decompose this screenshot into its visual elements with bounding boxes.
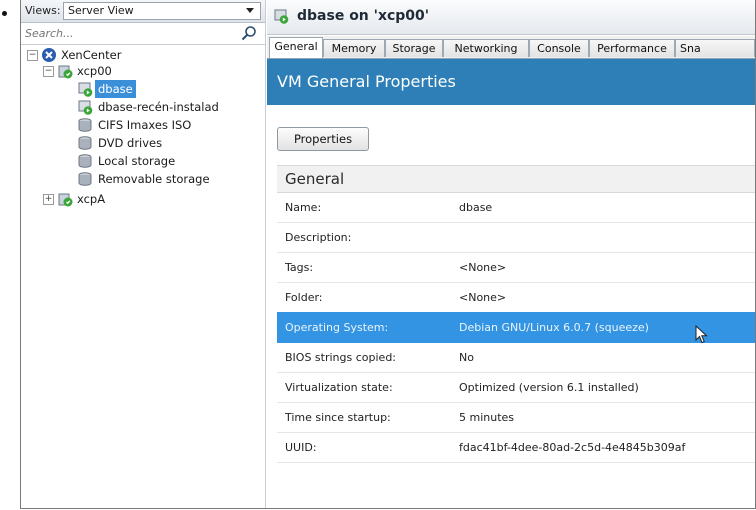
server-icon [58,65,73,79]
tree-node-label: CIFS Imaxes ISO [98,118,192,132]
property-value: <None> [459,291,507,304]
collapse-icon[interactable]: − [27,50,38,61]
server-icon [58,193,73,207]
tree-node-label: Local storage [98,154,176,168]
tree-node-label: DVD drives [98,136,163,150]
search-input[interactable] [23,25,233,42]
section-header-band: VM General Properties [267,59,755,105]
search-bar [21,23,265,45]
views-label: Views: [25,4,61,17]
expand-icon[interactable]: + [43,194,54,205]
xencenter-window: Views: Server View − XenCenter [20,0,756,509]
list-bullet [2,11,7,16]
views-dropdown-value: Server View [68,4,134,17]
tab-networking[interactable]: Networking [443,39,529,57]
property-row-description: Description: [277,222,755,253]
vm-title: dbase on 'xcp00' [297,8,430,24]
property-value: <None> [459,261,507,274]
property-value: Optimized (version 6.1 installed) [459,381,639,394]
tab-memory[interactable]: Memory [323,39,385,57]
chevron-down-icon [246,8,254,13]
tree-node-label: xcpA [77,192,106,206]
properties-button[interactable]: Properties [277,127,369,151]
property-row-time-since-startup: Time since startup: 5 minutes [277,402,755,433]
tab-storage[interactable]: Storage [385,39,443,57]
property-key: Folder: [285,291,323,304]
property-key: UUID: [285,441,317,454]
property-row-virtualization-state: Virtualization state: Optimized (version… [277,372,755,403]
property-row-uuid: UUID: fdac41bf-4dee-80ad-2c5d-4e4845b309… [277,432,755,463]
tab-snapshots[interactable]: Sna [675,39,755,57]
property-value: Debian GNU/Linux 6.0.7 (squeeze) [459,321,649,334]
tab-console[interactable]: Console [529,39,589,57]
storage-icon [78,136,92,150]
tab-performance[interactable]: Performance [589,39,675,57]
property-key: BIOS strings copied: [285,351,397,364]
property-key: Tags: [285,261,314,274]
property-key: Time since startup: [285,411,391,424]
properties-pane: dbase on 'xcp00' General Memory Storage … [267,0,755,508]
vm-running-icon [78,82,93,97]
storage-icon [78,118,92,132]
vm-running-icon [78,100,93,115]
property-key: Description: [285,231,352,244]
property-value: No [459,351,474,364]
property-row-operating-system[interactable]: Operating System: Debian GNU/Linux 6.0.7… [277,312,755,343]
general-content: Properties General Name: dbase Descripti… [267,105,755,508]
storage-icon [78,172,92,186]
tree-node-label: xcp00 [77,64,112,78]
property-key: Name: [285,201,322,214]
section-title: General [285,170,345,188]
property-value: dbase [459,201,493,214]
views-dropdown[interactable]: Server View [63,2,261,20]
vm-title-bar: dbase on 'xcp00' [267,0,755,35]
general-section-header[interactable]: General [277,165,755,193]
property-key: Operating System: [285,321,389,334]
tree-node-label: Removable storage [98,172,210,186]
property-value: 5 minutes [459,411,515,424]
storage-icon [78,154,92,168]
xencenter-icon [42,48,56,62]
property-row-name: Name: dbase [277,192,755,223]
views-bar: Views: Server View [21,0,265,23]
property-row-folder: Folder: <None> [277,282,755,313]
collapse-icon[interactable]: − [43,66,54,77]
tree-node-label: dbase-recén-instalad [98,100,219,114]
property-row-bios-strings: BIOS strings copied: No [277,342,755,373]
tree-node-label: dbase [95,80,136,98]
tab-strip: General Memory Storage Networking Consol… [267,36,755,59]
mouse-cursor-icon [695,325,708,344]
vm-running-icon [274,9,289,24]
property-value: fdac41bf-4dee-80ad-2c5d-4e4845b309af [459,441,686,454]
tab-general[interactable]: General [269,37,323,58]
page-title: VM General Properties [277,72,456,91]
navigation-pane: Views: Server View − XenCenter [21,0,266,508]
property-key: Virtualization state: [285,381,393,394]
property-row-tags: Tags: <None> [277,252,755,283]
search-icon[interactable] [241,25,257,41]
